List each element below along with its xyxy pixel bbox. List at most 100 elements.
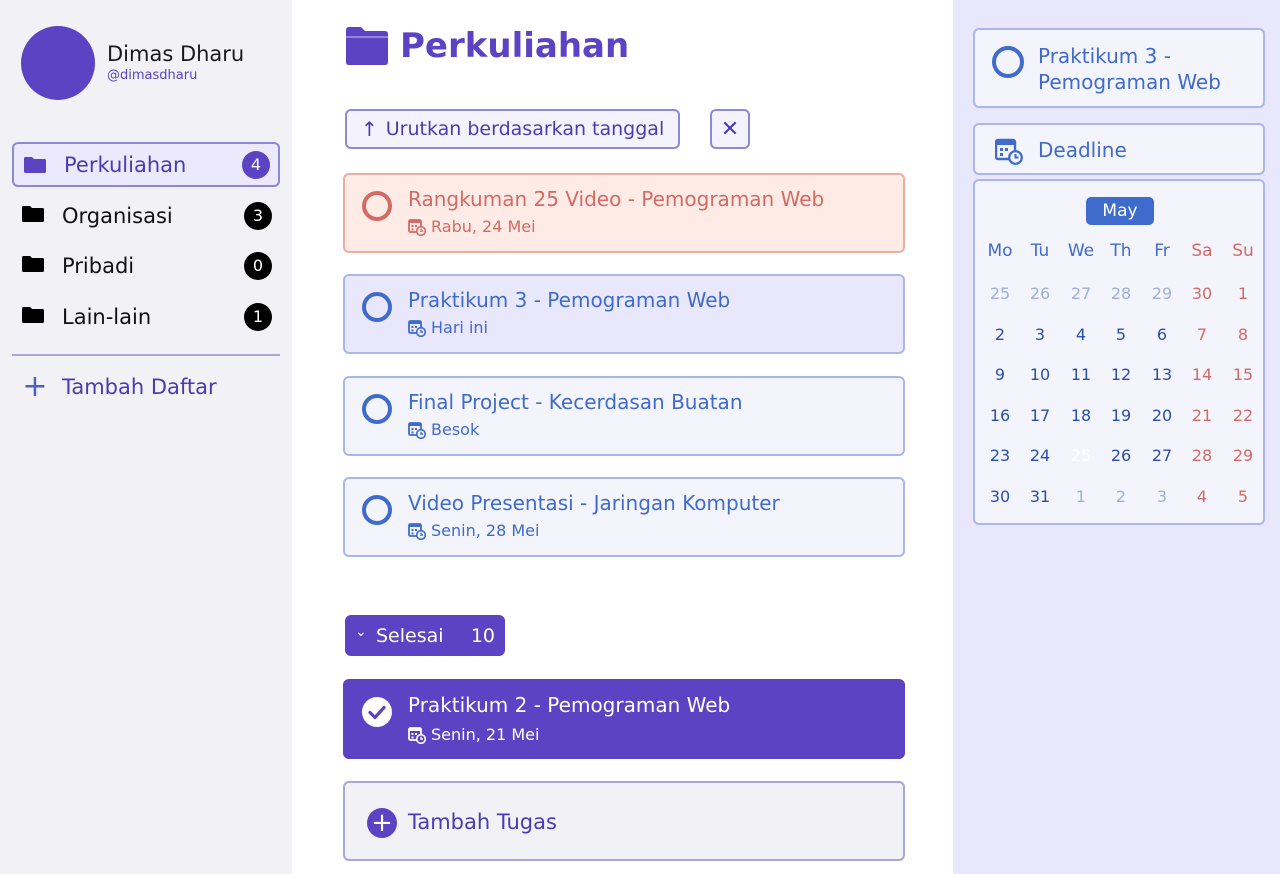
calendar-weekday-header: Tu	[1030, 241, 1050, 261]
calendar-day[interactable]: 26	[1022, 281, 1058, 307]
task-item[interactable]: Video Presentasi - Jaringan Komputer Sen…	[343, 477, 905, 557]
calendar-day[interactable]: 5	[1225, 484, 1261, 510]
calendar-day[interactable]: 16	[982, 403, 1018, 429]
calendar-day-label: 30	[989, 487, 1011, 506]
completed-task-item[interactable]: Praktikum 2 - Pemograman Web Senin, 21 M…	[343, 679, 905, 759]
calendar-day[interactable]: 3	[1022, 322, 1058, 348]
calendar-day-label: 24	[1029, 446, 1051, 465]
calendar-day[interactable]: 27	[1144, 443, 1180, 469]
sort-by-date-button[interactable]: ↑ Urutkan berdasarkan tanggal	[345, 109, 681, 149]
clear-sort-button[interactable]: ✕	[710, 109, 750, 149]
close-icon: ✕	[720, 116, 740, 142]
calendar-day[interactable]: 29	[1225, 443, 1261, 469]
calendar-day[interactable]: 4	[1184, 484, 1220, 510]
calendar-day[interactable]: 1	[1063, 484, 1099, 510]
task-item[interactable]: Praktikum 3 - Pemograman Web Hari ini	[343, 274, 905, 354]
calendar-day-label: 26	[1110, 446, 1132, 465]
avatar[interactable]	[21, 26, 95, 100]
task-checkbox[interactable]	[362, 394, 392, 424]
calendar-day-label: 15	[1232, 365, 1254, 384]
calendar-day-label: 1	[1075, 487, 1087, 506]
calendar-day-label: 5	[1237, 487, 1249, 506]
calendar-day[interactable]: 2	[982, 322, 1018, 348]
calendar-day[interactable]: 17	[1022, 403, 1058, 429]
calendar-day-label: 20	[1151, 406, 1173, 425]
calendar-day[interactable]: 13	[1144, 362, 1180, 388]
calendar-day[interactable]: 31	[1022, 484, 1058, 510]
calendar-day-label: 28	[1191, 446, 1213, 465]
calendar-day-label: 27	[1070, 284, 1092, 303]
count-badge: 4	[242, 150, 270, 179]
calendar-clock-icon	[995, 138, 1023, 165]
task-item[interactable]: Rangkuman 25 Video - Pemograman Web Rabu…	[343, 173, 905, 253]
calendar-day[interactable]: 18	[1063, 403, 1099, 429]
calendar-day[interactable]: 14	[1184, 362, 1220, 388]
sidebar-item-label: Organisasi	[62, 203, 173, 228]
task-checkbox[interactable]	[362, 495, 392, 525]
sidebar-item-pribadi[interactable]: Pribadi 0	[12, 243, 280, 288]
calendar-day[interactable]: 28	[1103, 281, 1139, 307]
calendar-day[interactable]: 23	[982, 443, 1018, 469]
sidebar-item-organisasi[interactable]: Organisasi 3	[12, 193, 280, 238]
calendar-day-label: 5	[1115, 325, 1127, 344]
calendar-day[interactable]: 15	[1225, 362, 1261, 388]
calendar-day[interactable]: 6	[1144, 322, 1180, 348]
detail-task-card[interactable]: Praktikum 3 - Pemograman Web	[973, 28, 1265, 108]
task-checkbox[interactable]	[362, 191, 392, 221]
sidebar-item-lain-lain[interactable]: Lain-lain 1	[12, 294, 280, 339]
calendar-day[interactable]: 30	[1184, 281, 1220, 307]
add-list-button[interactable]: + Tambah Daftar	[20, 370, 216, 404]
task-title: Rangkuman 25 Video - Pemograman Web	[408, 187, 825, 211]
folder-icon	[24, 157, 46, 173]
calendar-day-label: 11	[1070, 365, 1092, 384]
calendar-day[interactable]: 12	[1103, 362, 1139, 388]
calendar-day[interactable]: 3	[1144, 484, 1180, 510]
calendar-day[interactable]: 4	[1063, 322, 1099, 348]
calendar-day-label: 2	[994, 325, 1006, 344]
calendar-day[interactable]: 30	[982, 484, 1018, 510]
completed-section-toggle[interactable]: ⌄ Selesai 10	[345, 615, 505, 656]
calendar-day[interactable]: 25	[982, 281, 1018, 307]
calendar-day[interactable]: 11	[1063, 362, 1099, 388]
sort-label: Urutkan berdasarkan tanggal	[385, 118, 665, 140]
sidebar-item-perkuliahan[interactable]: Perkuliahan 4	[12, 142, 280, 187]
calendar-day-label: 17	[1029, 406, 1051, 425]
calendar-day[interactable]: 28	[1184, 443, 1220, 469]
calendar-day-label: 3	[1034, 325, 1046, 344]
calendar-day[interactable]: 22	[1225, 403, 1261, 429]
add-task-button[interactable]: + Tambah Tugas	[343, 781, 905, 861]
folder-icon	[22, 307, 44, 323]
task-item[interactable]: Final Project - Kecerdasan Buatan Besok	[343, 376, 905, 456]
task-checkbox[interactable]	[992, 46, 1024, 78]
detail-task-title[interactable]: Praktikum 3 - Pemograman Web	[1038, 43, 1258, 95]
page-header: Perkuliahan	[346, 26, 629, 66]
calendar-day[interactable]: 7	[1184, 322, 1220, 348]
count-badge: 1	[244, 302, 272, 331]
calendar-day[interactable]: 21	[1184, 403, 1220, 429]
calendar-day[interactable]: 20	[1144, 403, 1180, 429]
folder-icon	[346, 27, 388, 65]
calendar-month-selector[interactable]: May	[1086, 197, 1154, 225]
deadline-button[interactable]: Deadline	[973, 123, 1265, 175]
calendar-weekday-header: We	[1067, 241, 1095, 261]
task-checkbox-checked[interactable]	[362, 697, 392, 727]
calendar-day[interactable]: 10	[1022, 362, 1058, 388]
calendar-day[interactable]: 19	[1103, 403, 1139, 429]
calendar-day[interactable]: 1	[1225, 281, 1261, 307]
calendar-day[interactable]: 2	[1103, 484, 1139, 510]
calendar-clock-icon	[408, 421, 426, 439]
task-date-label: Hari ini	[431, 318, 488, 337]
calendar-day[interactable]: 29	[1144, 281, 1180, 307]
task-title: Praktikum 3 - Pemograman Web	[408, 288, 731, 312]
calendar-day-selected[interactable]: 25	[1063, 443, 1099, 469]
calendar-day[interactable]: 24	[1022, 443, 1058, 469]
calendar-day-label: 28	[1110, 284, 1132, 303]
calendar-day[interactable]: 8	[1225, 322, 1261, 348]
calendar-day[interactable]: 5	[1103, 322, 1139, 348]
calendar-day-label: 22	[1232, 406, 1254, 425]
calendar-day[interactable]: 9	[982, 362, 1018, 388]
calendar-day[interactable]: 27	[1063, 281, 1099, 307]
task-checkbox[interactable]	[362, 292, 392, 322]
calendar-day[interactable]: 26	[1103, 443, 1139, 469]
task-date-label: Besok	[431, 420, 480, 439]
